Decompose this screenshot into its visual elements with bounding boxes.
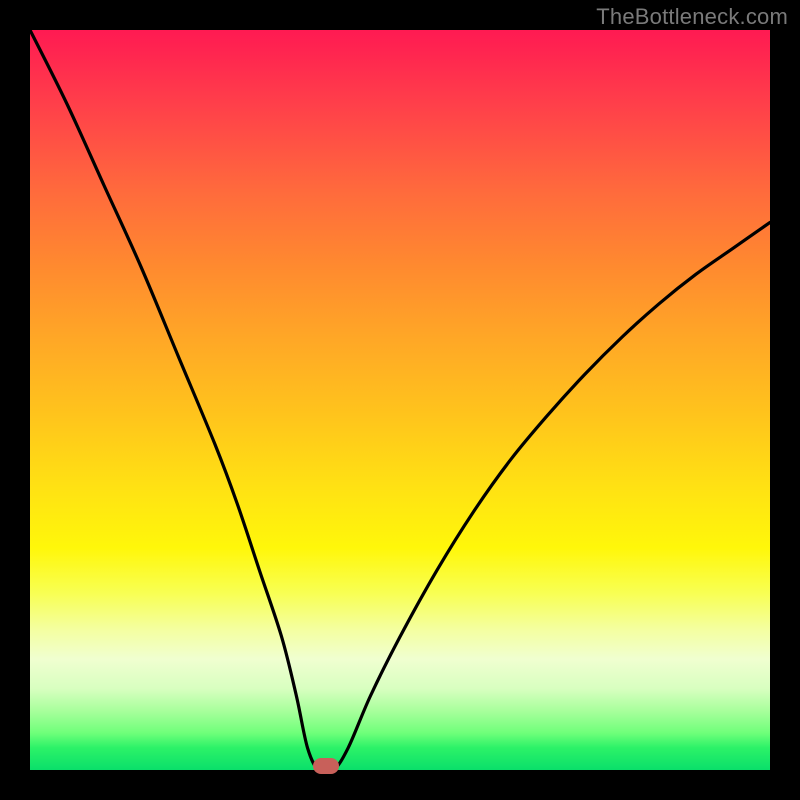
plot-area <box>30 30 770 770</box>
chart-frame: TheBottleneck.com <box>0 0 800 800</box>
curve-svg <box>30 30 770 770</box>
bottleneck-curve-path <box>30 30 770 773</box>
optimal-point-marker <box>313 758 339 774</box>
watermark-text: TheBottleneck.com <box>596 4 788 30</box>
